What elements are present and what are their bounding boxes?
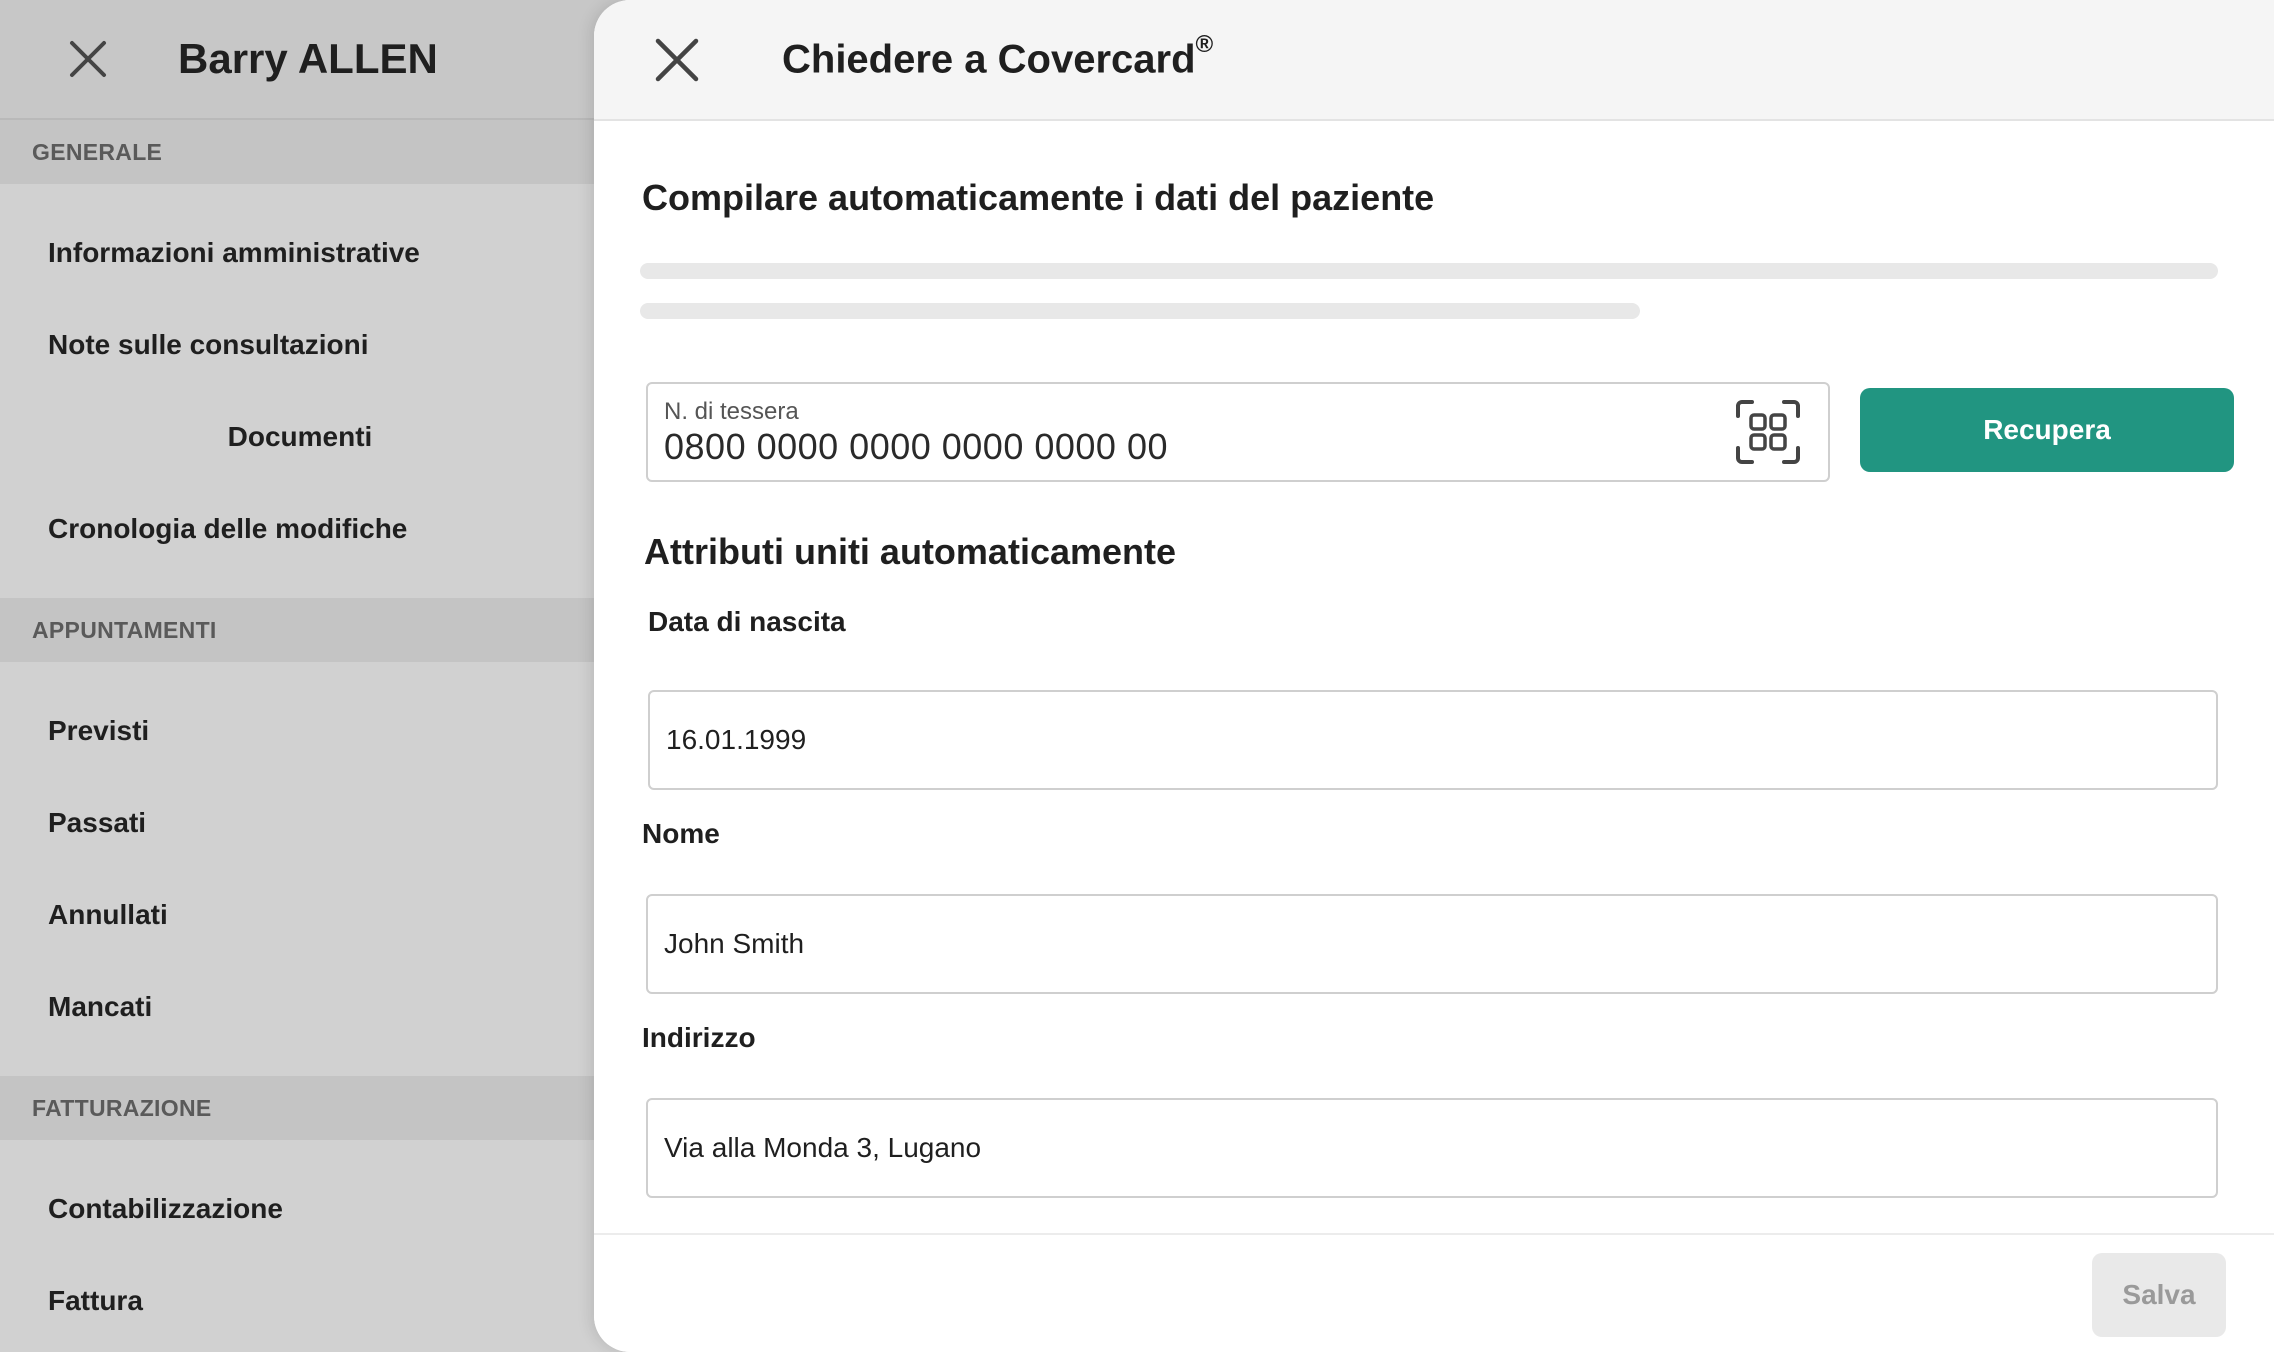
address-label: Indirizzo — [642, 1022, 756, 1053]
modal-title-text: Chiedere a Covercard — [782, 37, 1196, 82]
section-list-appuntamenti: Previsti Passati Annullati Mancati — [0, 662, 630, 1076]
sidebar-item-informazioni-amministrative[interactable]: Informazioni amministrative — [0, 207, 630, 299]
section-label-fatturazione: FATTURAZIONE — [0, 1076, 630, 1140]
modal-title: Chiedere a Covercard® — [782, 31, 1213, 82]
birthdate-label: Data di nascita — [648, 606, 846, 637]
covercard-modal: Chiedere a Covercard® Compilare automati… — [594, 0, 2274, 1352]
birthdate-input[interactable] — [648, 690, 2218, 790]
name-input[interactable] — [646, 894, 2218, 994]
sidebar-item-annullati[interactable]: Annullati — [0, 869, 630, 961]
recupera-button[interactable]: Recupera — [1860, 388, 2234, 472]
sidebar-item-cronologia-modifiche[interactable]: Cronologia delle modifiche — [0, 483, 630, 575]
sidebar-item-passati[interactable]: Passati — [0, 777, 630, 869]
patient-name: Barry ALLEN — [178, 35, 438, 82]
modal-body: Compilare automaticamente i dati del paz… — [594, 121, 2274, 1233]
modal-header: Chiedere a Covercard® — [594, 0, 2274, 121]
skeleton-line — [640, 303, 1640, 319]
close-icon[interactable] — [654, 37, 700, 83]
card-number-field[interactable]: N. di tessera — [646, 382, 1830, 482]
card-number-label: N. di tessera — [664, 398, 799, 425]
sidebar-item-contabilizzazione[interactable]: Contabilizzazione — [0, 1163, 630, 1255]
section-list-generale: Informazioni amministrative Note sulle c… — [0, 184, 630, 598]
address-input[interactable] — [646, 1098, 2218, 1198]
autofill-heading: Compilare automaticamente i dati del paz… — [642, 177, 1435, 218]
save-button[interactable]: Salva — [2092, 1253, 2226, 1337]
sidebar-item-previsti[interactable]: Previsti — [0, 685, 630, 777]
patient-sidebar: Barry ALLEN GENERALE Informazioni ammini… — [0, 0, 630, 1352]
section-list-fatturazione: Contabilizzazione Fattura — [0, 1140, 630, 1352]
app-root: Barry ALLEN GENERALE Informazioni ammini… — [0, 0, 2274, 1352]
section-label-appuntamenti: APPUNTAMENTI — [0, 598, 630, 662]
sidebar-item-fattura[interactable]: Fattura — [0, 1255, 630, 1347]
sidebar-header: Barry ALLEN — [0, 0, 630, 120]
sidebar-item-mancati[interactable]: Mancati — [0, 961, 630, 1053]
scan-icon[interactable] — [1734, 398, 1802, 466]
registered-mark: ® — [1195, 30, 1214, 58]
modal-footer: Salva — [594, 1233, 2274, 1352]
section-label-generale: GENERALE — [0, 120, 630, 184]
sidebar-item-documenti[interactable]: Documenti — [0, 391, 630, 483]
merged-attributes-heading: Attributi uniti automaticamente — [644, 531, 1177, 572]
name-label: Nome — [642, 818, 720, 849]
skeleton-line — [640, 263, 2218, 279]
sidebar-item-note-consultazioni[interactable]: Note sulle consultazioni — [0, 299, 630, 391]
card-number-input[interactable] — [664, 424, 1704, 470]
close-icon[interactable] — [68, 39, 108, 79]
